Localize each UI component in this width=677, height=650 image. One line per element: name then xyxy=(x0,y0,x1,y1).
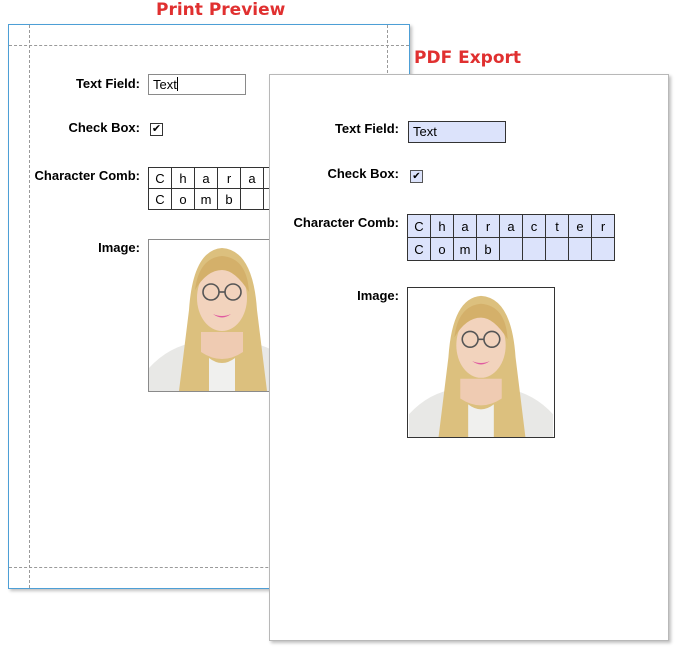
comb-cell: C xyxy=(148,188,172,210)
comb-row: Comb xyxy=(407,237,615,261)
comb-row: Comb xyxy=(148,188,272,210)
comb-cell: r xyxy=(476,214,500,238)
text-field-label: Text Field: xyxy=(334,121,399,136)
comb-cell xyxy=(545,237,569,261)
check-box[interactable]: ✔ xyxy=(410,170,423,183)
text-caret xyxy=(176,77,178,91)
comb-cell: h xyxy=(430,214,454,238)
comb-cell xyxy=(568,237,592,261)
image-field[interactable] xyxy=(407,287,555,438)
pdf-export-caption: PDF Export xyxy=(414,48,522,68)
comb-cell: a xyxy=(499,214,523,238)
comb-cell: a xyxy=(453,214,477,238)
comb-row: Character xyxy=(407,214,615,238)
comb-cell: o xyxy=(171,188,195,210)
comb-cell: r xyxy=(591,214,615,238)
check-box-label: Check Box: xyxy=(327,166,399,181)
comb-cell xyxy=(499,237,523,261)
print-preview-caption: Print Preview xyxy=(156,0,286,20)
portrait-photo-icon xyxy=(408,288,554,437)
text-field-label: Text Field: xyxy=(75,76,140,91)
margin-guide-top xyxy=(9,45,409,46)
portrait-photo-icon xyxy=(149,240,279,391)
check-icon: ✔ xyxy=(151,123,162,135)
character-comb-field[interactable]: CharacterComb xyxy=(407,214,615,261)
comb-cell xyxy=(522,237,546,261)
comb-cell: b xyxy=(476,237,500,261)
comb-cell: t xyxy=(545,214,569,238)
comb-cell: c xyxy=(522,214,546,238)
comb-cell xyxy=(240,188,264,210)
text-field-value: Text xyxy=(413,124,437,139)
check-icon: ✔ xyxy=(412,171,421,182)
image-label: Image: xyxy=(357,288,399,303)
image-field[interactable] xyxy=(148,239,280,392)
comb-cell: C xyxy=(407,214,431,238)
pdf-export-page: Text Field: Text Check Box: ✔ Character … xyxy=(269,74,669,641)
comb-cell: C xyxy=(407,237,431,261)
comb-cell: m xyxy=(194,188,218,210)
character-comb-label: Character Comb: xyxy=(34,168,140,183)
character-comb-field[interactable]: CharaComb xyxy=(148,167,272,210)
comb-cell: m xyxy=(453,237,477,261)
comb-cell: b xyxy=(217,188,241,210)
comb-cell: C xyxy=(148,167,172,189)
comb-cell: r xyxy=(217,167,241,189)
comb-cell: h xyxy=(171,167,195,189)
comb-cell: a xyxy=(194,167,218,189)
check-box-label: Check Box: xyxy=(68,120,140,135)
text-field[interactable]: Text xyxy=(148,74,246,95)
comb-cell xyxy=(591,237,615,261)
character-comb-label: Character Comb: xyxy=(293,215,399,230)
text-field-value: Text xyxy=(153,77,177,92)
text-field[interactable]: Text xyxy=(408,121,506,143)
comb-cell: e xyxy=(568,214,592,238)
check-box[interactable]: ✔ xyxy=(150,123,163,136)
margin-guide-left xyxy=(29,25,30,588)
comb-cell: o xyxy=(430,237,454,261)
comb-row: Chara xyxy=(148,167,272,189)
comb-cell: a xyxy=(240,167,264,189)
image-label: Image: xyxy=(98,240,140,255)
